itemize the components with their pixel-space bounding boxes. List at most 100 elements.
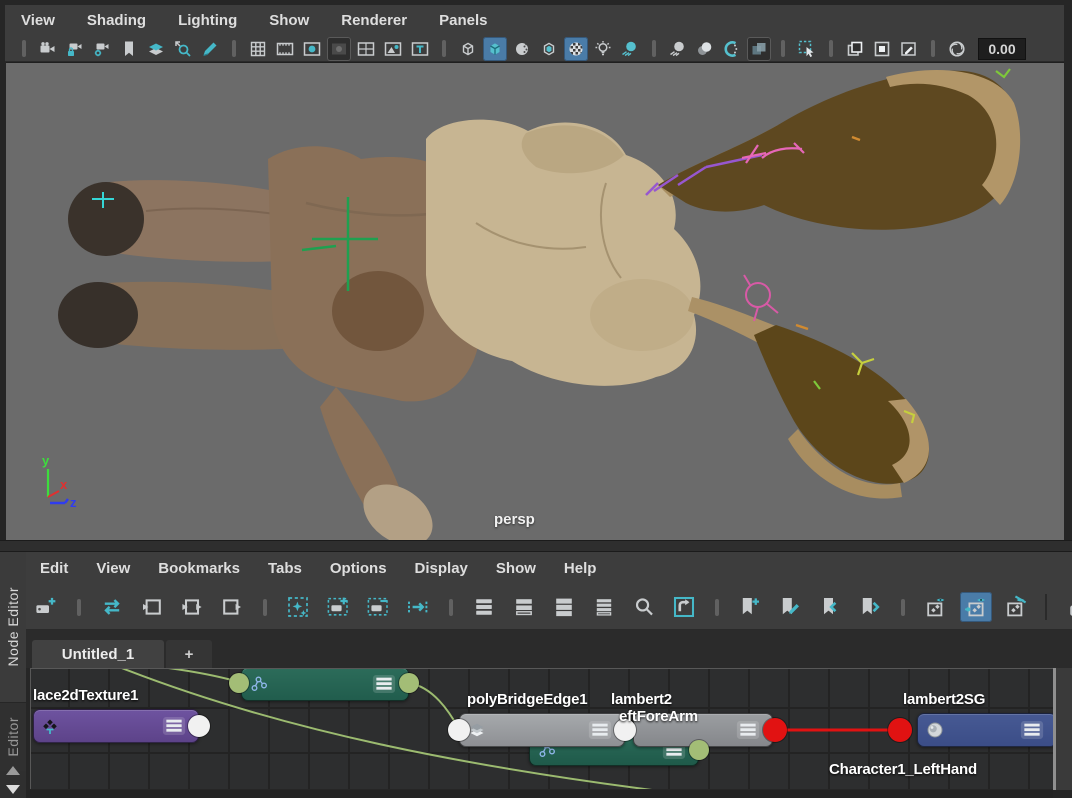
auto-layout-button[interactable] [282, 592, 314, 622]
lambert2SG-input-port[interactable] [888, 718, 912, 742]
bookmark-add-button[interactable] [734, 592, 766, 622]
display-full-button[interactable] [548, 592, 580, 622]
exposure-value-field[interactable]: 0.00 [978, 38, 1026, 60]
occlusion-button[interactable] [666, 37, 690, 61]
viewport-menu-shading[interactable]: Shading [71, 6, 162, 36]
image-plane-button[interactable] [144, 37, 168, 61]
node-polyBridgeEdge1[interactable] [459, 713, 625, 747]
smooth-shade-button[interactable] [483, 37, 507, 61]
transparency-button[interactable] [747, 37, 771, 61]
scroll-up-icon[interactable] [6, 766, 20, 775]
isolate-view-button[interactable] [870, 37, 894, 61]
image-plane-toggle-button[interactable] [381, 37, 405, 61]
viewport[interactable]: persp y x z [6, 62, 1064, 541]
lambert2-output-port[interactable] [763, 718, 787, 742]
display-mode-chip-icon[interactable] [372, 674, 396, 694]
place2dTexture1-output-port[interactable] [188, 715, 210, 737]
character-model[interactable] [58, 70, 1020, 541]
lights-icon [593, 39, 613, 59]
ambient-occlusion-button[interactable] [720, 37, 744, 61]
polyBridgeEdge1-input-port[interactable] [448, 719, 470, 741]
node-graph[interactable]: lace2dTexture1polyBridgeEdge1lambert2eft… [30, 668, 1054, 789]
input-output-connections-button[interactable] [176, 592, 208, 622]
node-editor-menu-help[interactable]: Help [550, 552, 611, 585]
use-texture-button[interactable] [564, 37, 588, 61]
viewport-menu-show[interactable]: Show [253, 6, 325, 36]
joint-upstream-input-port[interactable] [229, 673, 249, 693]
lights-button[interactable] [591, 37, 615, 61]
display-mode-chip-icon[interactable] [736, 720, 760, 740]
shade-textured-button[interactable] [510, 37, 534, 61]
camera-button[interactable] [36, 37, 60, 61]
viewport-menu-panels[interactable]: Panels [423, 6, 503, 36]
graph-vertical-scrollbar[interactable] [1053, 668, 1072, 790]
node-editor-menu-display[interactable]: Display [401, 552, 482, 585]
lock-unlocked-button[interactable] [1060, 592, 1072, 622]
hide-attrs-button[interactable] [1000, 592, 1032, 622]
panel-splitter[interactable] [0, 540, 1072, 552]
node-editor-menu-show[interactable]: Show [482, 552, 550, 585]
bookmark-edit-button[interactable] [774, 592, 806, 622]
isolate-select-button[interactable] [843, 37, 867, 61]
node-editor-menu-tabs[interactable]: Tabs [254, 552, 316, 585]
create-node-button[interactable] [30, 592, 62, 622]
object-selection-button[interactable] [795, 37, 819, 61]
gate-mask-button[interactable] [327, 37, 351, 61]
camera-lock-button[interactable] [63, 37, 87, 61]
wireframe-on-shaded-button[interactable] [537, 37, 561, 61]
display-mode-chip-icon[interactable] [588, 720, 612, 740]
resolution-gate-button[interactable] [300, 37, 324, 61]
grease-pencil-button[interactable] [198, 37, 222, 61]
graph-selected-button[interactable] [402, 592, 434, 622]
camera-attributes-button[interactable] [90, 37, 114, 61]
remove-selected-button[interactable] [362, 592, 394, 622]
display-simple-button[interactable] [468, 592, 500, 622]
panel-tab-editor[interactable]: Editor [0, 703, 26, 771]
show-connected-attrs-button[interactable] [960, 592, 992, 622]
smooth-shade-icon [485, 39, 505, 59]
viewport-menu-view[interactable]: View [5, 6, 71, 36]
output-connections-button[interactable] [216, 592, 248, 622]
display-connected-button[interactable] [508, 592, 540, 622]
annotate-button[interactable] [897, 37, 921, 61]
add-selected-button[interactable] [322, 592, 354, 622]
grid-button[interactable] [246, 37, 270, 61]
bookmark-previous-button[interactable] [814, 592, 846, 622]
search-button[interactable] [628, 592, 660, 622]
viewport-menu-lighting[interactable]: Lighting [162, 6, 253, 36]
sync-connections-button[interactable] [96, 592, 128, 622]
node-lambert2SG[interactable] [917, 713, 1054, 747]
pan-zoom-button[interactable] [171, 37, 195, 61]
frame-selection-button[interactable] [668, 592, 700, 622]
wireframe-button[interactable] [456, 37, 480, 61]
node-editor-menu-bookmarks[interactable]: Bookmarks [144, 552, 254, 585]
film-gate-button[interactable] [273, 37, 297, 61]
display-custom-button[interactable] [588, 592, 620, 622]
create-node-icon [34, 595, 58, 619]
show-attrs-hover-button[interactable] [920, 592, 952, 622]
toolbar-separator [781, 40, 785, 57]
motion-blur-button[interactable] [693, 37, 717, 61]
node-joint-upstream[interactable] [241, 668, 409, 701]
input-connections-button[interactable] [136, 592, 168, 622]
display-mode-chip-icon[interactable] [1020, 720, 1044, 740]
bookmark-button[interactable] [117, 37, 141, 61]
node-editor-menu-options[interactable]: Options [316, 552, 401, 585]
hud-button[interactable] [408, 37, 432, 61]
field-chart-button[interactable] [354, 37, 378, 61]
exposure-button[interactable] [945, 37, 969, 61]
panel-tab-node-editor[interactable]: Node Editor [0, 552, 26, 703]
node-editor-menu-edit[interactable]: Edit [26, 552, 82, 585]
joint-upstream-output-port[interactable] [399, 673, 419, 693]
viewport-menu-renderer[interactable]: Renderer [325, 6, 423, 36]
node-editor-menu-view[interactable]: View [82, 552, 144, 585]
display-mode-chip-icon[interactable] [162, 716, 186, 736]
field-chart-icon [356, 39, 376, 59]
node-place2dTexture1[interactable] [33, 709, 199, 743]
bookmark-next-button[interactable] [854, 592, 886, 622]
leftforearm-output-port[interactable] [689, 740, 709, 760]
scroll-down-icon[interactable] [6, 785, 20, 794]
shadows-button[interactable] [618, 37, 642, 61]
graph-tab--[interactable]: + [166, 640, 212, 668]
graph-tab-untitled-1[interactable]: Untitled_1 [32, 640, 164, 668]
